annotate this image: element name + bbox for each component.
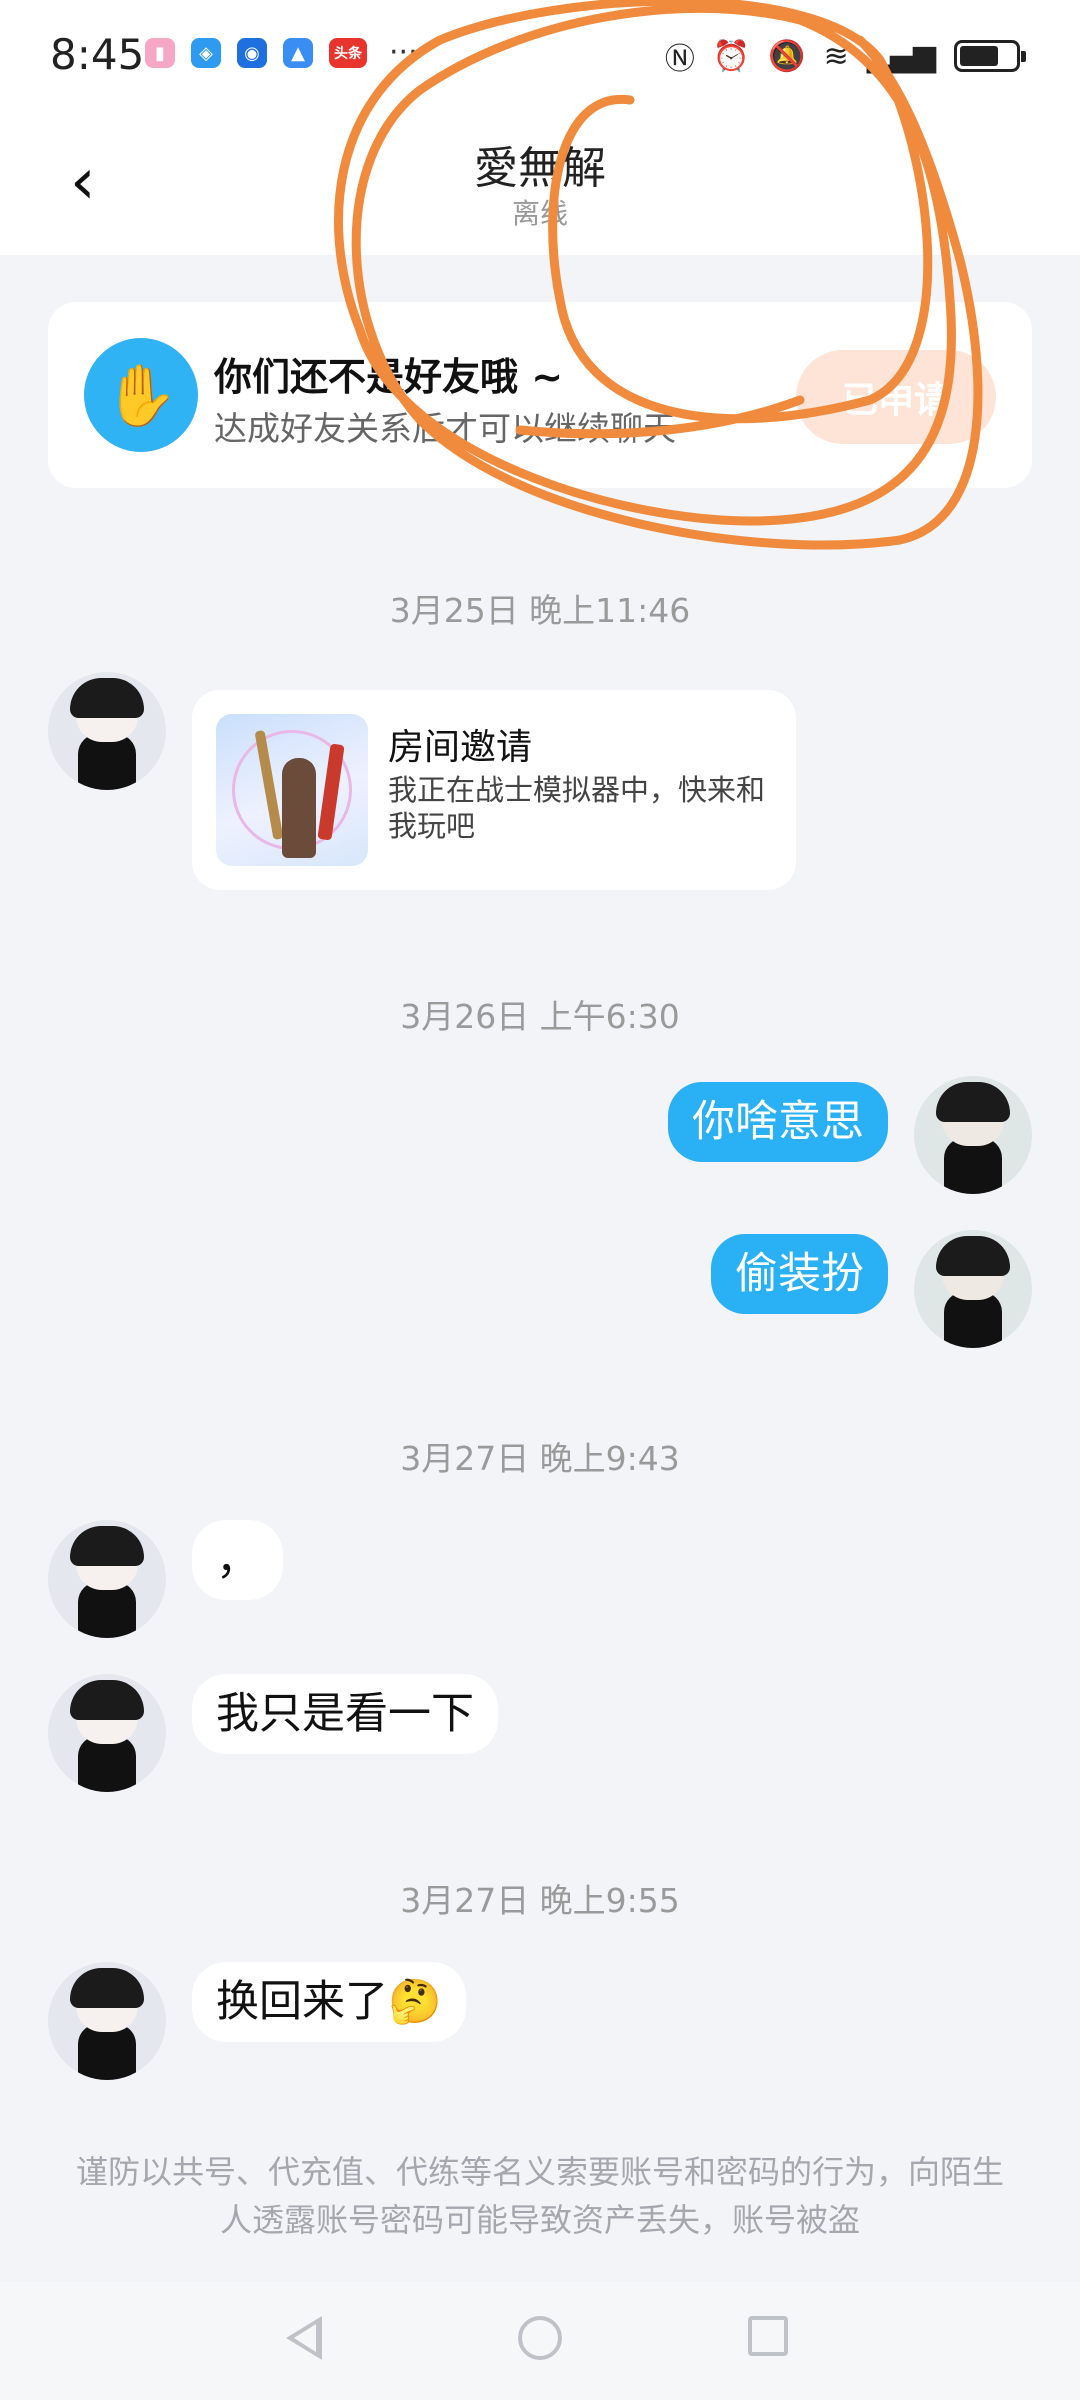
mute-icon: 🔕 bbox=[768, 38, 806, 74]
system-nav-bar bbox=[0, 2282, 1080, 2400]
room-invite-title: 房间邀请 bbox=[388, 727, 533, 768]
room-invite-text: 我正在战士模拟器中，快来和我玩吧 bbox=[388, 773, 766, 843]
graduation-app-icon: ▲ bbox=[283, 38, 313, 68]
warrior-figure bbox=[282, 758, 316, 858]
nav-recents-icon[interactable] bbox=[748, 2316, 788, 2356]
wifi-icon: ≋ bbox=[823, 38, 849, 74]
avatar-hair bbox=[70, 1680, 144, 1720]
my-avatar[interactable] bbox=[914, 1230, 1032, 1348]
avatar[interactable] bbox=[48, 672, 166, 790]
not-friends-title: 你们还不是好友哦 ~ bbox=[214, 355, 564, 399]
timestamp: 3月27日 晚上9:55 bbox=[400, 1881, 680, 1920]
nav-back-icon[interactable] bbox=[286, 2316, 322, 2360]
chat-header: ‹ 愛無解 离线 bbox=[0, 120, 1080, 255]
online-status: 离线 bbox=[511, 197, 568, 230]
avatar-hair bbox=[70, 1968, 144, 2008]
message-bubble-incoming[interactable]: 我只是看一下 bbox=[192, 1674, 498, 1754]
status-time: 8:45 bbox=[50, 30, 145, 79]
nav-home-icon[interactable] bbox=[518, 2316, 562, 2360]
timestamp: 3月26日 上午6:30 bbox=[400, 997, 680, 1036]
room-invite-card[interactable]: 房间邀请 我正在战士模拟器中，快来和我玩吧 bbox=[192, 690, 796, 890]
more-notifications-icon: ··· bbox=[389, 35, 418, 70]
status-bar: 8:45 ▮ ◈ ◉ ▲ 头条 ··· Ⓝ ⏰ 🔕 ≋ ▂▄▆ bbox=[0, 0, 1080, 120]
toutiao-app-icon: 头条 bbox=[329, 38, 367, 68]
not-friends-subtitle: 达成好友关系后才可以继续聊天 bbox=[214, 409, 676, 448]
avatar-body bbox=[78, 1736, 136, 1792]
avatar-body bbox=[78, 2024, 136, 2080]
nfc-icon: Ⓝ bbox=[664, 42, 695, 77]
avatar[interactable] bbox=[48, 1674, 166, 1792]
avatar-body bbox=[78, 734, 136, 790]
applied-button[interactable]: 已申请 bbox=[796, 350, 996, 444]
message-bubble-incoming[interactable]: 换回来了🤔 bbox=[192, 1962, 466, 2042]
avatar-hair bbox=[70, 1526, 144, 1566]
battery-icon bbox=[954, 40, 1026, 72]
message-bubble-outgoing[interactable]: 偷装扮 bbox=[711, 1234, 888, 1314]
blue-cube-app-icon: ◈ bbox=[191, 38, 221, 68]
alarm-icon: ⏰ bbox=[712, 38, 751, 74]
status-right: Ⓝ ⏰ 🔕 ≋ ▂▄▆ bbox=[664, 34, 1026, 78]
not-friends-card: ✋ 你们还不是好友哦 ~ 达成好友关系后才可以继续聊天 已申请 bbox=[48, 302, 1032, 488]
avatar-body bbox=[944, 1138, 1002, 1194]
avatar-body bbox=[78, 1582, 136, 1638]
bulb-app-icon: ◉ bbox=[237, 38, 267, 68]
avatar-hair bbox=[70, 678, 144, 718]
avatar[interactable] bbox=[48, 1520, 166, 1638]
avatar-body bbox=[944, 1292, 1002, 1348]
pink-app-icon: ▮ bbox=[145, 38, 175, 68]
avatar[interactable] bbox=[48, 1962, 166, 2080]
safety-warning: 谨防以共号、代充值、代练等名义索要账号和密码的行为，向陌生人透露账号密码可能导致… bbox=[75, 2153, 1004, 2239]
signal-icon: ▂▄▆ bbox=[866, 38, 936, 74]
room-invite-thumbnail bbox=[216, 714, 368, 866]
battery-level bbox=[960, 46, 998, 66]
message-bubble-incoming[interactable]: ， bbox=[192, 1520, 283, 1600]
avatar-hair bbox=[936, 1236, 1010, 1276]
status-app-icons: ▮ ◈ ◉ ▲ 头条 ··· bbox=[145, 38, 418, 68]
timestamp: 3月27日 晚上9:43 bbox=[400, 1439, 680, 1478]
message-bubble-outgoing[interactable]: 你啥意思 bbox=[668, 1082, 888, 1162]
avatar-hair bbox=[936, 1082, 1010, 1122]
chat-title: 愛無解 bbox=[474, 143, 606, 194]
timestamp: 3月25日 晚上11:46 bbox=[389, 591, 691, 630]
hand-wave-icon: ✋ bbox=[84, 338, 198, 452]
my-avatar[interactable] bbox=[914, 1076, 1032, 1194]
